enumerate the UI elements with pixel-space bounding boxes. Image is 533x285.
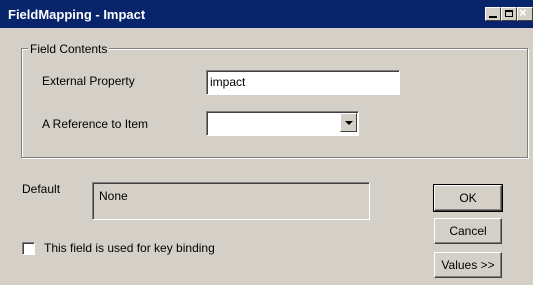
close-button[interactable]: × [517, 5, 533, 21]
cancel-button[interactable]: Cancel [434, 218, 502, 244]
window-title: FieldMapping - Impact [8, 7, 146, 22]
minimize-button[interactable] [485, 7, 501, 21]
maximize-button[interactable] [501, 7, 517, 21]
default-value-field: None [92, 182, 370, 220]
field-contents-group [21, 48, 528, 158]
chevron-down-icon [345, 121, 353, 125]
key-binding-checkbox[interactable] [22, 242, 35, 255]
external-property-label: External Property [42, 74, 135, 88]
values-button[interactable]: Values >> [434, 252, 502, 278]
ok-button[interactable]: OK [433, 184, 503, 212]
external-property-value: impact [210, 75, 246, 89]
reference-to-item-label: A Reference to Item [42, 117, 149, 131]
default-label: Default [22, 182, 61, 196]
default-value: None [99, 189, 128, 203]
maximize-icon [505, 10, 513, 17]
external-property-input[interactable]: impact [206, 70, 400, 95]
minimize-icon [489, 16, 497, 18]
close-icon: × [519, 5, 527, 20]
key-binding-label[interactable]: This field is used for key binding [44, 241, 215, 255]
dropdown-button[interactable] [340, 113, 357, 132]
reference-to-item-select[interactable] [206, 111, 359, 136]
title-bar: FieldMapping - Impact × [0, 0, 533, 28]
field-contents-label: Field Contents [28, 42, 110, 56]
